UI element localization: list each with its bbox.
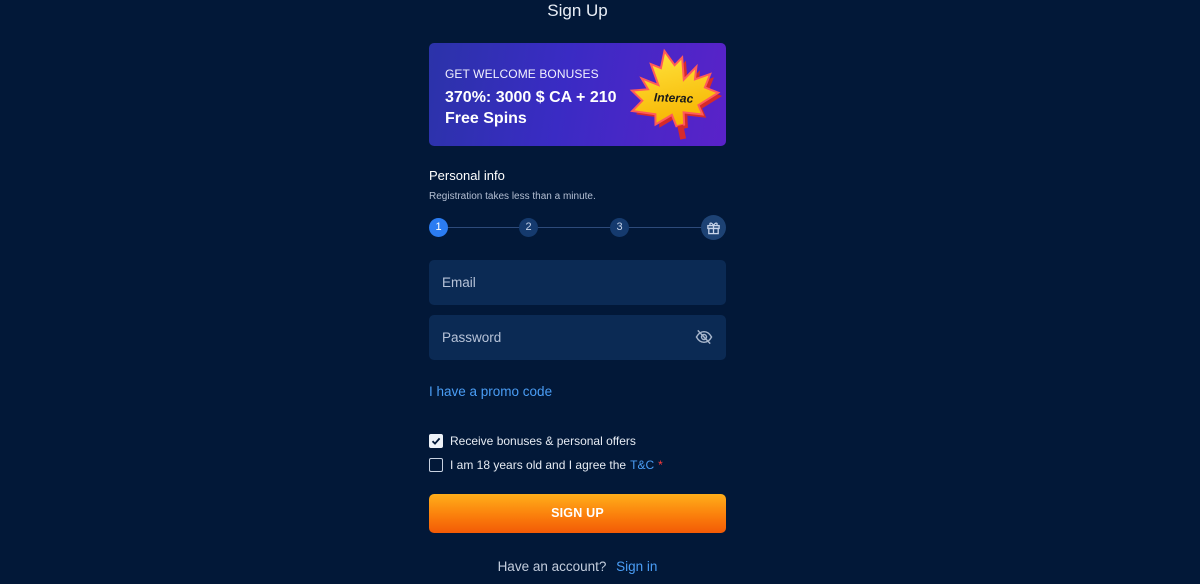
maple-leaf-interac-icon: Interac xyxy=(629,48,723,140)
password-field[interactable]: Password xyxy=(429,315,726,360)
bonuses-checkbox[interactable] xyxy=(429,434,443,448)
personal-info-subtitle: Registration takes less than a minute. xyxy=(429,191,596,202)
age-terms-label: I am 18 years old and I agree the xyxy=(450,458,627,472)
step-gift xyxy=(701,215,726,240)
step-2: 2 xyxy=(519,218,538,237)
checkmark-icon xyxy=(431,437,441,445)
age-terms-checkbox[interactable] xyxy=(429,458,443,472)
sign-in-prompt: Have an account? Sign in xyxy=(0,559,1155,574)
gift-icon xyxy=(707,222,720,235)
welcome-bonus-banner[interactable]: GET WELCOME BONUSES 370%: 3000 $ CA + 21… xyxy=(429,43,726,146)
bonuses-label: Receive bonuses & personal offers xyxy=(450,434,636,448)
personal-info-title: Personal info xyxy=(429,168,505,183)
age-terms-checkbox-row[interactable]: I am 18 years old and I agree the T&C * xyxy=(429,458,663,472)
registration-stepper: 1 2 3 xyxy=(429,215,726,240)
have-account-text: Have an account? xyxy=(497,559,607,574)
banner-headline: 370%: 3000 $ CA + 210 Free Spins xyxy=(445,89,617,127)
interac-badge-text: Interac xyxy=(654,90,694,105)
step-3: 3 xyxy=(610,218,629,237)
bonuses-checkbox-row[interactable]: Receive bonuses & personal offers xyxy=(429,434,636,448)
terms-link[interactable]: T&C xyxy=(630,458,654,472)
page-title: Sign Up xyxy=(547,1,608,20)
step-1: 1 xyxy=(429,218,448,237)
stepper-line xyxy=(439,227,714,228)
sign-in-link[interactable]: Sign in xyxy=(616,559,657,574)
email-field[interactable]: Email xyxy=(429,260,726,305)
email-placeholder: Email xyxy=(442,275,476,290)
eye-off-icon[interactable] xyxy=(695,329,713,345)
password-placeholder: Password xyxy=(442,330,502,345)
banner-eyebrow: GET WELCOME BONUSES xyxy=(445,67,599,81)
required-mark: * xyxy=(658,458,663,472)
promo-code-link[interactable]: I have a promo code xyxy=(429,384,552,399)
sign-up-button[interactable]: SIGN UP xyxy=(429,494,726,533)
